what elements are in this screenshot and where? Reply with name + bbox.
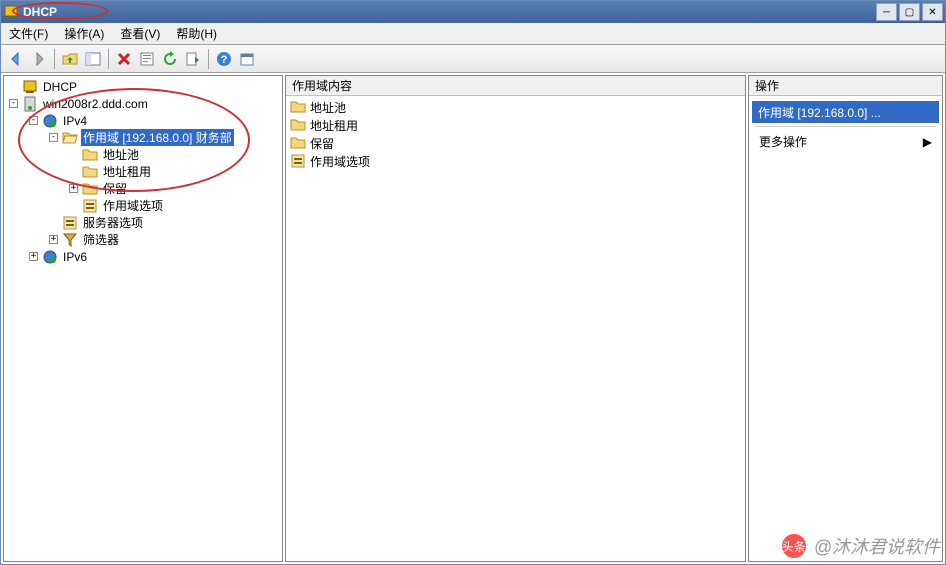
up-button[interactable] xyxy=(59,48,81,70)
ipv4-icon xyxy=(42,113,58,129)
toolbar xyxy=(1,45,945,73)
list-item[interactable]: 保留 xyxy=(286,134,745,152)
view-button[interactable] xyxy=(236,48,258,70)
folder-icon xyxy=(290,99,306,115)
list-panel: 作用域内容 地址池 地址租用 保留 作用域选项 xyxy=(285,75,746,562)
options-icon xyxy=(82,198,98,214)
tree-scope-options[interactable]: 作用域选项 xyxy=(4,197,282,214)
close-button[interactable]: ✕ xyxy=(922,3,943,21)
properties-icon xyxy=(139,51,155,67)
export-button[interactable] xyxy=(182,48,204,70)
tree-filters[interactable]: + 筛选器 xyxy=(4,231,282,248)
server-icon xyxy=(22,96,38,112)
action-more[interactable]: 更多操作 ▶ xyxy=(749,129,942,154)
dhcp-icon xyxy=(22,79,38,95)
minimize-button[interactable]: ─ xyxy=(876,3,897,21)
app-icon xyxy=(3,4,19,20)
options-icon xyxy=(290,153,306,169)
action-header: 操作 xyxy=(749,76,942,96)
chevron-right-icon: ▶ xyxy=(923,135,932,149)
list-header: 作用域内容 xyxy=(286,76,745,96)
maximize-button[interactable]: ▢ xyxy=(899,3,920,21)
tree-reservations[interactable]: + 保留 xyxy=(4,180,282,197)
help-button[interactable] xyxy=(213,48,235,70)
tree-root[interactable]: DHCP xyxy=(4,78,282,95)
menu-help[interactable]: 帮助(H) xyxy=(168,22,225,45)
filter-icon xyxy=(62,232,78,248)
tree-panel: DHCP - win2008r2.ddd.com - IPv4 - 作用域 [1… xyxy=(3,75,283,562)
folder-icon xyxy=(82,181,98,197)
back-icon xyxy=(8,51,24,67)
folder-icon xyxy=(290,117,306,133)
tree-pool[interactable]: 地址池 xyxy=(4,146,282,163)
window-title: DHCP xyxy=(23,5,876,19)
menu-action[interactable]: 操作(A) xyxy=(56,22,112,45)
properties-button[interactable] xyxy=(136,48,158,70)
folder-icon xyxy=(290,135,306,151)
list-item[interactable]: 地址池 xyxy=(286,98,745,116)
tree-server-options[interactable]: 服务器选项 xyxy=(4,214,282,231)
menu-file[interactable]: 文件(F) xyxy=(1,22,56,45)
back-button[interactable] xyxy=(5,48,27,70)
calendar-icon xyxy=(239,51,255,67)
tree-scope[interactable]: - 作用域 [192.168.0.0] 财务部 xyxy=(4,129,282,146)
folder-open-icon xyxy=(62,130,78,146)
delete-button[interactable] xyxy=(113,48,135,70)
tree-leases[interactable]: 地址租用 xyxy=(4,163,282,180)
list-item[interactable]: 地址租用 xyxy=(286,116,745,134)
menubar: 文件(F) 操作(A) 查看(V) 帮助(H) xyxy=(1,23,945,45)
tree-ipv6[interactable]: + IPv6 xyxy=(4,248,282,265)
showhide-icon xyxy=(85,51,101,67)
up-icon xyxy=(62,51,78,67)
folder-icon xyxy=(82,147,98,163)
refresh-button[interactable] xyxy=(159,48,181,70)
ipv6-icon xyxy=(42,249,58,265)
forward-button[interactable] xyxy=(28,48,50,70)
help-icon xyxy=(216,51,232,67)
tree-ipv4[interactable]: - IPv4 xyxy=(4,112,282,129)
options-icon xyxy=(62,215,78,231)
folder-icon xyxy=(82,164,98,180)
menu-view[interactable]: 查看(V) xyxy=(112,22,168,45)
delete-icon xyxy=(116,51,132,67)
action-title: 作用域 [192.168.0.0] ... xyxy=(752,101,939,123)
showhide-button[interactable] xyxy=(82,48,104,70)
titlebar: DHCP ─ ▢ ✕ xyxy=(1,1,945,23)
action-panel: 操作 作用域 [192.168.0.0] ... 更多操作 ▶ xyxy=(748,75,943,562)
tree-server[interactable]: - win2008r2.ddd.com xyxy=(4,95,282,112)
export-icon xyxy=(185,51,201,67)
forward-icon xyxy=(31,51,47,67)
refresh-icon xyxy=(162,51,178,67)
list-item[interactable]: 作用域选项 xyxy=(286,152,745,170)
